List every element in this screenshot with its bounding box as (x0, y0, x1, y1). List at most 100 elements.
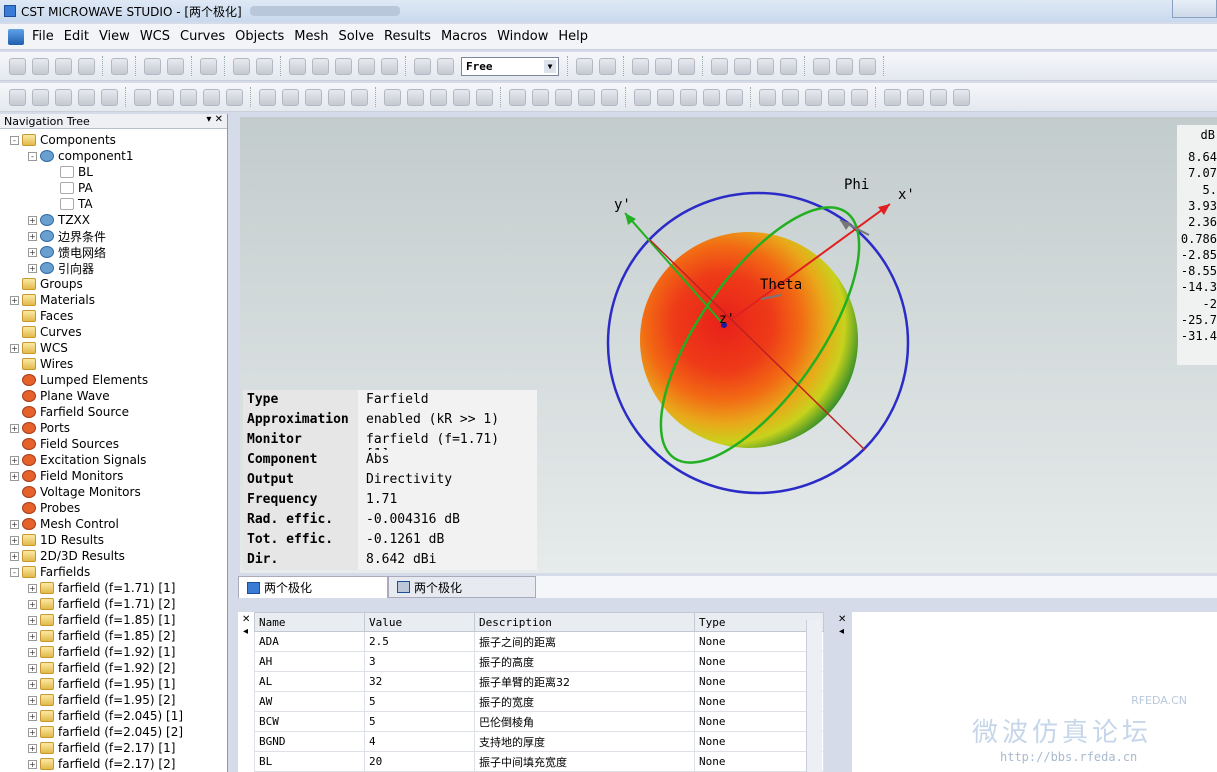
expand-icon[interactable]: + (28, 695, 37, 705)
expand-icon[interactable]: + (28, 663, 37, 673)
view-mode-combo[interactable]: Free ▼ (461, 56, 559, 76)
modeling-tool-icon[interactable] (351, 88, 368, 106)
modeling-tool-icon[interactable] (407, 88, 424, 106)
modeling-tool-icon[interactable] (953, 88, 970, 106)
param-description[interactable]: 振子单臂的距离32 (474, 671, 695, 692)
modeling-tool-icon[interactable] (430, 88, 447, 106)
param-type[interactable]: None (694, 711, 824, 732)
tab-3d-view[interactable]: 两个极化 (238, 576, 388, 598)
table-row[interactable]: BCW 5 巴伦倒棱角 None (254, 711, 824, 732)
modeling-tool-icon[interactable] (180, 88, 197, 106)
tree-item[interactable]: + farfield (f=1.92) [1] (28, 644, 175, 660)
expand-icon[interactable]: + (28, 263, 37, 273)
modeling-tool-icon[interactable] (680, 88, 697, 106)
menu-objects[interactable]: Objects (230, 29, 289, 44)
modeling-tool-icon[interactable] (78, 88, 95, 106)
param-value[interactable]: 32 (364, 671, 475, 692)
modeling-tool-icon[interactable] (828, 88, 845, 106)
toolbar-button-icon[interactable] (335, 57, 352, 75)
modeling-tool-icon[interactable] (101, 88, 118, 106)
tree-item[interactable]: Probes (10, 500, 80, 516)
expand-icon[interactable]: + (28, 759, 37, 769)
tree-item[interactable]: PA (48, 180, 93, 196)
modeling-tool-icon[interactable] (930, 88, 947, 106)
panel-pin-icon[interactable]: ◂ (243, 626, 248, 637)
param-name[interactable]: BCW (254, 711, 365, 732)
toolbar-button-icon[interactable] (836, 57, 853, 75)
modeling-tool-icon[interactable] (759, 88, 776, 106)
expand-icon[interactable]: + (10, 343, 19, 353)
tree-item[interactable]: + farfield (f=1.85) [1] (28, 612, 175, 628)
toolbar-button-icon[interactable] (678, 57, 695, 75)
modeling-tool-icon[interactable] (453, 88, 470, 106)
tree-item[interactable]: Plane Wave (10, 388, 110, 404)
tree-item[interactable]: - Farfields (10, 564, 90, 580)
modeling-tool-icon[interactable] (282, 88, 299, 106)
panel-close-icon[interactable]: ✕ (838, 614, 846, 625)
tree-item[interactable]: + WCS (10, 340, 68, 356)
modeling-tool-icon[interactable] (384, 88, 401, 106)
param-description[interactable]: 振子的宽度 (474, 691, 695, 712)
toolbar-button-icon[interactable] (757, 57, 774, 75)
col-name[interactable]: Name (254, 612, 365, 632)
modeling-tool-icon[interactable] (226, 88, 243, 106)
expand-icon[interactable]: + (28, 711, 37, 721)
modeling-tool-icon[interactable] (259, 88, 276, 106)
tree-item[interactable]: Lumped Elements (10, 372, 148, 388)
tree-item[interactable]: Faces (10, 308, 73, 324)
toolbar-button-icon[interactable] (414, 57, 431, 75)
expand-icon[interactable]: + (28, 599, 37, 609)
menu-mesh[interactable]: Mesh (289, 29, 333, 44)
modeling-tool-icon[interactable] (634, 88, 651, 106)
menu-macros[interactable]: Macros (436, 29, 492, 44)
menu-wcs[interactable]: WCS (135, 29, 175, 44)
expand-icon[interactable]: + (10, 455, 19, 465)
modeling-tool-icon[interactable] (55, 88, 72, 106)
expand-icon[interactable]: + (28, 631, 37, 641)
modeling-tool-icon[interactable] (851, 88, 868, 106)
param-type[interactable]: None (694, 651, 824, 672)
tree-item[interactable]: + 边界条件 (28, 228, 106, 244)
modeling-tool-icon[interactable] (578, 88, 595, 106)
param-name[interactable]: ADA (254, 631, 365, 652)
minimize-button[interactable] (1172, 0, 1217, 18)
expand-icon[interactable]: + (28, 679, 37, 689)
toolbar-button-icon[interactable] (111, 57, 128, 75)
col-value[interactable]: Value (364, 612, 475, 632)
param-name[interactable]: BL (254, 751, 365, 772)
tree-item[interactable]: + farfield (f=2.045) [1] (28, 708, 183, 724)
toolbar-button-icon[interactable] (599, 57, 616, 75)
param-name[interactable]: BGND (254, 731, 365, 752)
expand-icon[interactable]: + (10, 535, 19, 545)
param-name[interactable]: AL (254, 671, 365, 692)
toolbar-button-icon[interactable] (780, 57, 797, 75)
toolbar-button-icon[interactable] (312, 57, 329, 75)
modeling-tool-icon[interactable] (601, 88, 618, 106)
modeling-tool-icon[interactable] (907, 88, 924, 106)
toolbar-button-icon[interactable] (437, 57, 454, 75)
tree-item[interactable]: +2D/3D Results (10, 548, 125, 564)
toolbar-button-icon[interactable] (256, 57, 273, 75)
tree-item[interactable]: +1D Results (10, 532, 104, 548)
menu-results[interactable]: Results (379, 29, 436, 44)
table-row[interactable]: AL 32 振子单臂的距离32 None (254, 671, 824, 692)
expand-icon[interactable]: + (10, 519, 19, 529)
expand-icon[interactable]: + (10, 295, 19, 305)
collapse-icon[interactable]: - (28, 151, 37, 161)
param-type[interactable]: None (694, 671, 824, 692)
modeling-tool-icon[interactable] (555, 88, 572, 106)
toolbar-button-icon[interactable] (144, 57, 161, 75)
tree-item[interactable]: Curves (10, 324, 82, 340)
toolbar-button-icon[interactable] (655, 57, 672, 75)
table-row[interactable]: BGND 4 支持地的厚度 None (254, 731, 824, 752)
modeling-tool-icon[interactable] (9, 88, 26, 106)
collapse-icon[interactable]: - (10, 567, 19, 577)
toolbar-button-icon[interactable] (859, 57, 876, 75)
tree-item[interactable]: BL (48, 164, 93, 180)
param-description[interactable]: 振子中间填充宽度 (474, 751, 695, 772)
app-menu-icon[interactable] (8, 28, 24, 45)
tree-item[interactable]: + farfield (f=1.71) [1] (28, 580, 175, 596)
tree-item[interactable]: + farfield (f=1.71) [2] (28, 596, 175, 612)
param-value[interactable]: 3 (364, 651, 475, 672)
parameter-scrollbar[interactable] (806, 620, 822, 772)
